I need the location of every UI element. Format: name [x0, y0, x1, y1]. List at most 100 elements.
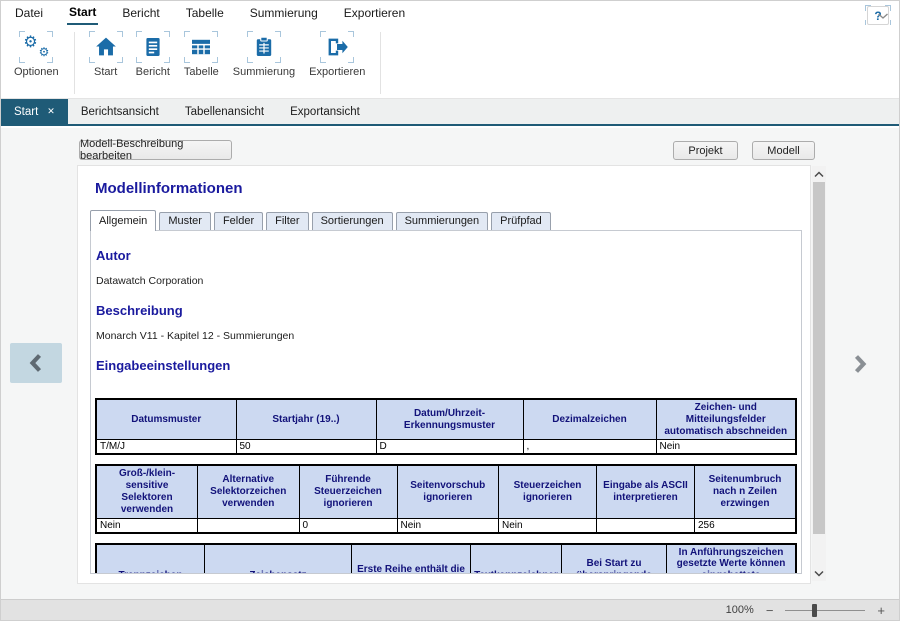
- section-text: Monarch V11 - Kapitel 12 - Summierungen: [96, 330, 796, 342]
- view-tab-exportansicht[interactable]: Exportansicht: [277, 99, 373, 124]
- model-info-tabs: AllgemeinMusterFelderFilterSortierungenS…: [90, 210, 551, 230]
- close-icon[interactable]: ✕: [47, 107, 55, 116]
- doc-tab-filter[interactable]: Filter: [266, 212, 308, 230]
- doc-tab-muster[interactable]: Muster: [159, 212, 211, 230]
- table-header-row: Groß-/klein-sensitive Selektoren verwend…: [96, 465, 796, 518]
- previous-page-button[interactable]: [10, 343, 62, 383]
- menu-bar: Datei Start Bericht Tabelle Summierung Export…: [1, 1, 899, 25]
- doc-tab-prüfpfad[interactable]: Prüfpfad: [491, 212, 551, 230]
- table-icon: [187, 33, 215, 61]
- view-tab-berichtsansicht[interactable]: Berichtsansicht: [68, 99, 172, 124]
- column-header: Zeichen- und Mitteilungsfelder automatis…: [656, 399, 796, 440]
- model-info-document: Modellinformationen AllgemeinMusterFelde…: [77, 165, 811, 584]
- table-cell: 50: [236, 440, 376, 455]
- ribbon-button-optionen[interactable]: ⚙⚙Optionen: [7, 30, 66, 81]
- scrollbar-thumb[interactable]: [813, 182, 825, 534]
- view-tab-label: Tabellenansicht: [185, 106, 264, 118]
- keytip-corners: [323, 33, 351, 61]
- scroll-down-icon[interactable]: [812, 565, 826, 581]
- table-cell: Nein: [96, 518, 198, 533]
- doc-tab-sortierungen[interactable]: Sortierungen: [312, 212, 393, 230]
- zoom-out-button[interactable]: −: [766, 604, 774, 617]
- zoom-level: 100%: [726, 604, 754, 616]
- view-tab-label: Berichtsansicht: [81, 106, 159, 118]
- zoom-slider[interactable]: [785, 604, 865, 617]
- settings-table-1: DatumsmusterStartjahr (19..)Datum/Uhrzei…: [95, 398, 797, 455]
- view-tab-tabellenansicht[interactable]: Tabellenansicht: [172, 99, 277, 124]
- edit-model-description-button[interactable]: Modell-Beschreibung bearbeiten: [79, 140, 232, 160]
- ribbon-button-tabelle[interactable]: Tabelle: [177, 30, 226, 81]
- table-cell: [597, 518, 695, 533]
- table-row: Nein0NeinNein256: [96, 518, 796, 533]
- column-header: Groß-/klein-sensitive Selektoren verwend…: [96, 465, 198, 518]
- column-header: Seitenvorschub ignorieren: [397, 465, 499, 518]
- table-cell: 0: [299, 518, 397, 533]
- zoom-slider-track: [785, 610, 865, 611]
- menu-datei[interactable]: Datei: [13, 1, 45, 25]
- home-icon: [92, 33, 120, 61]
- table-cell: ,: [523, 440, 656, 455]
- content-area: Modell-Beschreibung bearbeiten Projekt M…: [1, 128, 899, 599]
- keytip-corners: [187, 33, 215, 61]
- table-cell: D: [376, 440, 523, 455]
- ribbon-button-label: Bericht: [136, 66, 170, 78]
- zoom-in-button[interactable]: +: [877, 604, 885, 617]
- status-bar: 100% − +: [1, 599, 899, 620]
- menu-bericht[interactable]: Bericht: [120, 1, 161, 25]
- column-header: Datum/Uhrzeit-Erkennungsmuster: [376, 399, 523, 440]
- doc-tab-allgemein[interactable]: Allgemein: [90, 210, 156, 231]
- column-header: Seitenumbruch nach n Zeilen erzwingen: [695, 465, 797, 518]
- table-cell: 256: [695, 518, 797, 533]
- ribbon: ⚙⚙Optionen Start Bericht TabelleSummierung E…: [1, 25, 899, 99]
- column-header: Erste Reihe enthält die Spaltennamen: [352, 544, 471, 574]
- table-cell: Nein: [656, 440, 796, 455]
- ribbon-group-separator: [380, 32, 381, 94]
- project-button[interactable]: Projekt: [673, 141, 738, 160]
- ribbon-button-label: Exportieren: [309, 66, 365, 78]
- keytip-corners: [92, 33, 120, 61]
- export-icon: [323, 33, 351, 61]
- table-header-row: DatumsmusterStartjahr (19..)Datum/Uhrzei…: [96, 399, 796, 440]
- menu-start[interactable]: Start: [67, 1, 98, 25]
- column-header: In Anführungszeichen gesetzte Werte könn…: [667, 544, 797, 574]
- column-header: Trennzeichen: [96, 544, 205, 574]
- ribbon-button-start[interactable]: Start: [83, 30, 129, 81]
- section-heading: Eingabeeinstellungen: [96, 358, 796, 373]
- table-header-row: TrennzeichenZeichensatzErste Reihe enthä…: [96, 544, 796, 574]
- next-page-button[interactable]: [846, 346, 874, 382]
- keytip-corners: [250, 33, 278, 61]
- chevron-down-icon[interactable]: [877, 7, 889, 25]
- view-tab-label: Start: [14, 106, 38, 118]
- settings-table-3: TrennzeichenZeichensatzErste Reihe enthä…: [95, 543, 797, 574]
- column-header: Eingabe als ASCII interpretieren: [597, 465, 695, 518]
- zoom-slider-thumb[interactable]: [812, 604, 817, 617]
- view-tab-start[interactable]: Start ✕: [1, 99, 68, 124]
- doc-tab-felder[interactable]: Felder: [214, 212, 263, 230]
- table-cell: Nein: [397, 518, 499, 533]
- ribbon-button-bericht[interactable]: Bericht: [129, 30, 177, 81]
- chevron-right-icon: [852, 354, 868, 374]
- menu-summierung[interactable]: Summierung: [248, 1, 320, 25]
- settings-tables: DatumsmusterStartjahr (19..)Datum/Uhrzei…: [95, 398, 797, 574]
- gears-icon: ⚙⚙: [22, 33, 50, 61]
- page-title: Modellinformationen: [95, 180, 243, 197]
- column-header: Bei Start zu überspringende Zeilen: [562, 544, 667, 574]
- menu-exportieren[interactable]: Exportieren: [342, 1, 407, 25]
- ribbon-button-exportieren[interactable]: Exportieren: [302, 30, 372, 81]
- doc-tab-summierungen[interactable]: Summierungen: [396, 212, 489, 230]
- view-tab-label: Exportansicht: [290, 106, 360, 118]
- menu-tabelle[interactable]: Tabelle: [184, 1, 226, 25]
- column-header: Datumsmuster: [96, 399, 236, 440]
- settings-table-2: Groß-/klein-sensitive Selektoren verwend…: [95, 464, 797, 533]
- column-header: Textkennzeichner: [471, 544, 562, 574]
- scroll-up-icon[interactable]: [812, 166, 826, 182]
- section-heading: Autor: [96, 248, 796, 263]
- app-window: DateiStartBerichtTabelleSummierungExport…: [0, 0, 900, 621]
- info-sections: AutorDatawatch CorporationBeschreibungMo…: [91, 248, 801, 373]
- model-button[interactable]: Modell: [752, 141, 815, 160]
- chevron-left-icon: [28, 353, 44, 373]
- vertical-scrollbar[interactable]: [812, 166, 826, 581]
- ribbon-button-summierung[interactable]: Summierung: [226, 30, 302, 81]
- column-header: Führende Steuerzeichen ignorieren: [299, 465, 397, 518]
- table-row: T/M/J50D,Nein: [96, 440, 796, 455]
